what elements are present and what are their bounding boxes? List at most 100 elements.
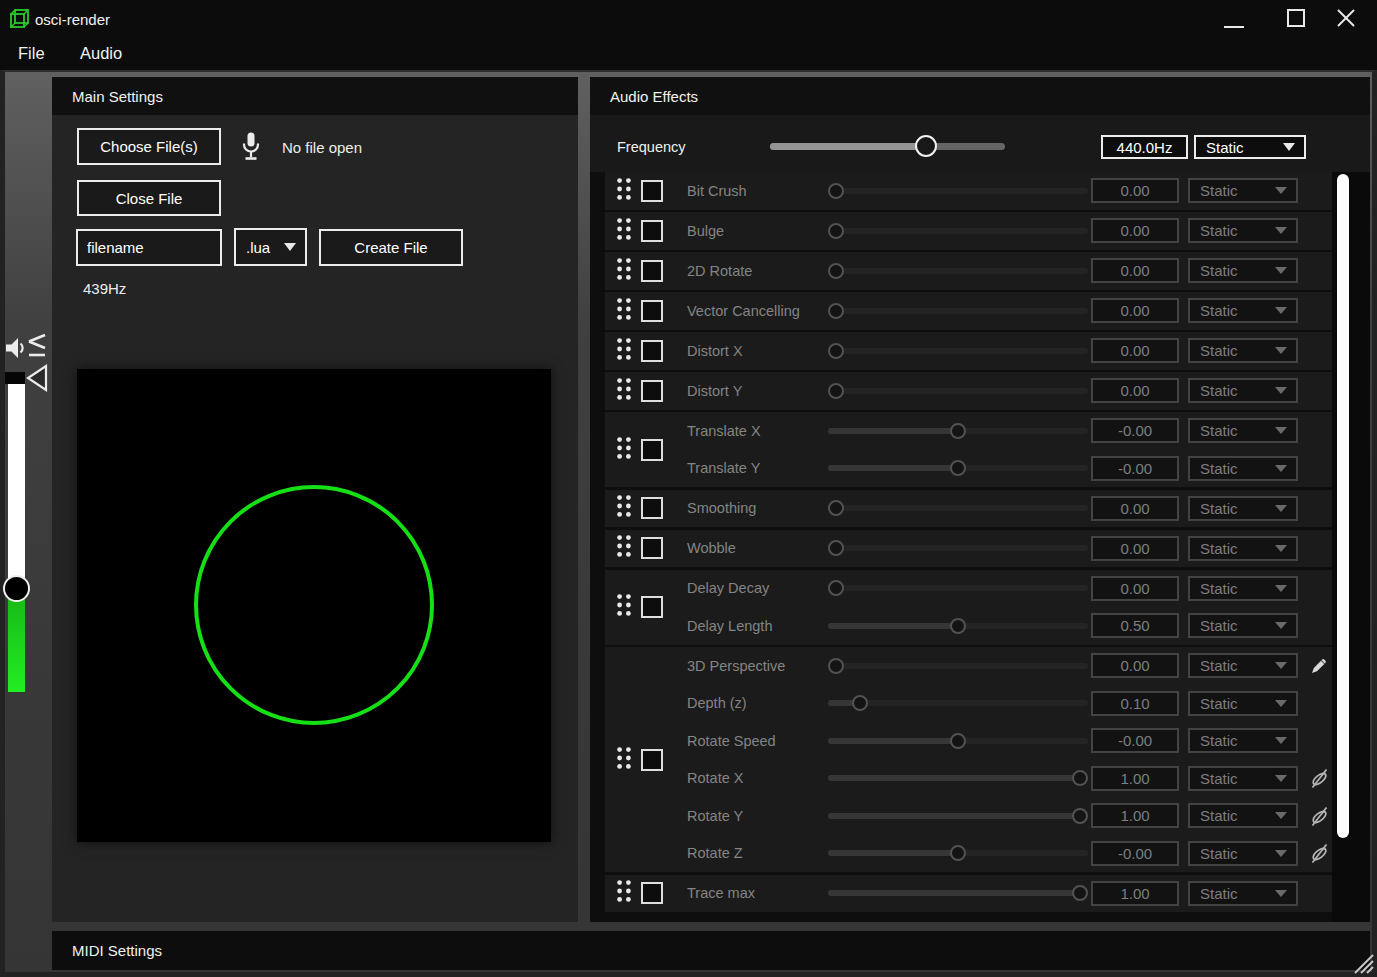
effects-scrollbar-thumb[interactable]	[1337, 174, 1349, 838]
edit-pencil-icon[interactable]	[1309, 656, 1329, 676]
chevron-down-icon	[1275, 267, 1287, 274]
effect-value-box[interactable]: 1.00	[1091, 803, 1179, 828]
effect-slider[interactable]	[828, 388, 1088, 394]
effect-slider-thumb[interactable]	[852, 695, 868, 711]
spin-axis-icon[interactable]	[1309, 806, 1329, 826]
effect-mode-select[interactable]: Static	[1188, 178, 1298, 203]
effect-slider-thumb[interactable]	[828, 500, 844, 516]
effect-mode-select[interactable]: Static	[1188, 378, 1298, 403]
create-file-button[interactable]: Create File	[319, 229, 463, 266]
frequency-slider-thumb[interactable]	[915, 135, 937, 157]
effect-slider[interactable]	[828, 465, 1088, 471]
effect-value-box[interactable]: 1.00	[1091, 881, 1179, 906]
effect-slider[interactable]	[828, 890, 1088, 896]
effect-mode-select[interactable]: Static	[1188, 258, 1298, 283]
effect-slider-thumb[interactable]	[828, 303, 844, 319]
effect-slider[interactable]	[828, 775, 1088, 781]
effect-slider[interactable]	[828, 585, 1088, 591]
effect-slider-thumb[interactable]	[828, 183, 844, 199]
effect-slider-thumb[interactable]	[828, 223, 844, 239]
effect-slider[interactable]	[828, 428, 1088, 434]
effect-slider-thumb[interactable]	[1072, 770, 1088, 786]
close-file-button[interactable]: Close File	[77, 180, 221, 216]
effect-slider[interactable]	[828, 308, 1088, 314]
effect-mode-select[interactable]: Static	[1188, 691, 1298, 716]
volume-slider[interactable]	[8, 375, 25, 692]
minimize-button[interactable]	[1210, 0, 1256, 38]
effect-mode-select[interactable]: Static	[1188, 218, 1298, 243]
effect-slider[interactable]	[828, 348, 1088, 354]
effect-slider[interactable]	[828, 268, 1088, 274]
effect-slider-thumb[interactable]	[1072, 885, 1088, 901]
volume-thumb[interactable]	[3, 575, 30, 602]
effect-mode-select[interactable]: Static	[1188, 613, 1298, 638]
spin-axis-icon[interactable]	[1309, 843, 1329, 863]
extension-select[interactable]: .lua	[234, 228, 307, 266]
effect-slider[interactable]	[828, 228, 1088, 234]
close-button[interactable]	[1328, 0, 1374, 38]
effect-value-box[interactable]: -0.00	[1091, 728, 1179, 753]
effect-slider[interactable]	[828, 850, 1088, 856]
effect-value-box[interactable]: 0.10	[1091, 691, 1179, 716]
effect-slider-thumb[interactable]	[828, 343, 844, 359]
effect-value-box[interactable]: 0.00	[1091, 653, 1179, 678]
effect-value-box[interactable]: 0.00	[1091, 218, 1179, 243]
effect-mode-select[interactable]: Static	[1188, 881, 1298, 906]
effect-mode-select[interactable]: Static	[1188, 418, 1298, 443]
effect-slider-thumb[interactable]	[1072, 808, 1088, 824]
effect-slider[interactable]	[828, 545, 1088, 551]
effect-mode-select[interactable]: Static	[1188, 496, 1298, 521]
effect-slider[interactable]	[828, 663, 1088, 669]
effect-mode-select[interactable]: Static	[1188, 338, 1298, 363]
effect-mode-select[interactable]: Static	[1188, 766, 1298, 791]
effect-mode-select[interactable]: Static	[1188, 653, 1298, 678]
resize-grip[interactable]	[1349, 949, 1375, 975]
effect-slider[interactable]	[828, 738, 1088, 744]
frequency-mode-select[interactable]: Static	[1194, 135, 1306, 159]
effect-value-box[interactable]: 0.00	[1091, 298, 1179, 323]
effect-slider[interactable]	[828, 813, 1088, 819]
menu-audio[interactable]: Audio	[80, 44, 122, 63]
frequency-value-box[interactable]: 440.0Hz	[1101, 135, 1188, 159]
effect-value-box[interactable]: -0.00	[1091, 418, 1179, 443]
spin-axis-icon[interactable]	[1309, 768, 1329, 788]
effect-slider-thumb[interactable]	[950, 460, 966, 476]
effect-value-box[interactable]: 0.00	[1091, 496, 1179, 521]
effect-slider-thumb[interactable]	[828, 540, 844, 556]
effect-mode-select[interactable]: Static	[1188, 456, 1298, 481]
effect-slider-thumb[interactable]	[828, 580, 844, 596]
effect-mode-select[interactable]: Static	[1188, 536, 1298, 561]
effect-slider-thumb[interactable]	[950, 618, 966, 634]
effect-slider[interactable]	[828, 188, 1088, 194]
effect-mode-select[interactable]: Static	[1188, 298, 1298, 323]
effect-value-box[interactable]: 0.00	[1091, 576, 1179, 601]
effect-value-box[interactable]: 1.00	[1091, 766, 1179, 791]
effect-value-box[interactable]: -0.00	[1091, 456, 1179, 481]
effect-slider-thumb[interactable]	[950, 845, 966, 861]
effect-slider[interactable]	[828, 505, 1088, 511]
filename-input[interactable]: filename	[76, 229, 222, 266]
effect-value-box[interactable]: 0.00	[1091, 536, 1179, 561]
frequency-slider[interactable]	[770, 143, 1005, 150]
effect-mode-select[interactable]: Static	[1188, 841, 1298, 866]
effect-value-box[interactable]: 0.00	[1091, 338, 1179, 363]
effect-slider[interactable]	[828, 623, 1088, 629]
effect-slider-thumb[interactable]	[828, 383, 844, 399]
effect-mode-select[interactable]: Static	[1188, 576, 1298, 601]
menu-file[interactable]: File	[18, 44, 45, 63]
midi-settings-panel[interactable]: MIDI Settings	[52, 931, 1370, 970]
effect-value-box[interactable]: 0.00	[1091, 178, 1179, 203]
effect-slider-thumb[interactable]	[828, 658, 844, 674]
effect-mode-select[interactable]: Static	[1188, 728, 1298, 753]
effect-value-box[interactable]: 0.00	[1091, 258, 1179, 283]
effect-value-box[interactable]: 0.00	[1091, 378, 1179, 403]
effect-value-box[interactable]: -0.00	[1091, 841, 1179, 866]
effect-mode-select[interactable]: Static	[1188, 803, 1298, 828]
effect-slider-thumb[interactable]	[828, 263, 844, 279]
choose-file-button[interactable]: Choose File(s)	[77, 128, 221, 165]
effect-slider[interactable]	[828, 700, 1088, 706]
effect-slider-thumb[interactable]	[950, 733, 966, 749]
maximize-button[interactable]	[1269, 0, 1315, 38]
effect-value-box[interactable]: 0.50	[1091, 613, 1179, 638]
effect-slider-thumb[interactable]	[950, 423, 966, 439]
